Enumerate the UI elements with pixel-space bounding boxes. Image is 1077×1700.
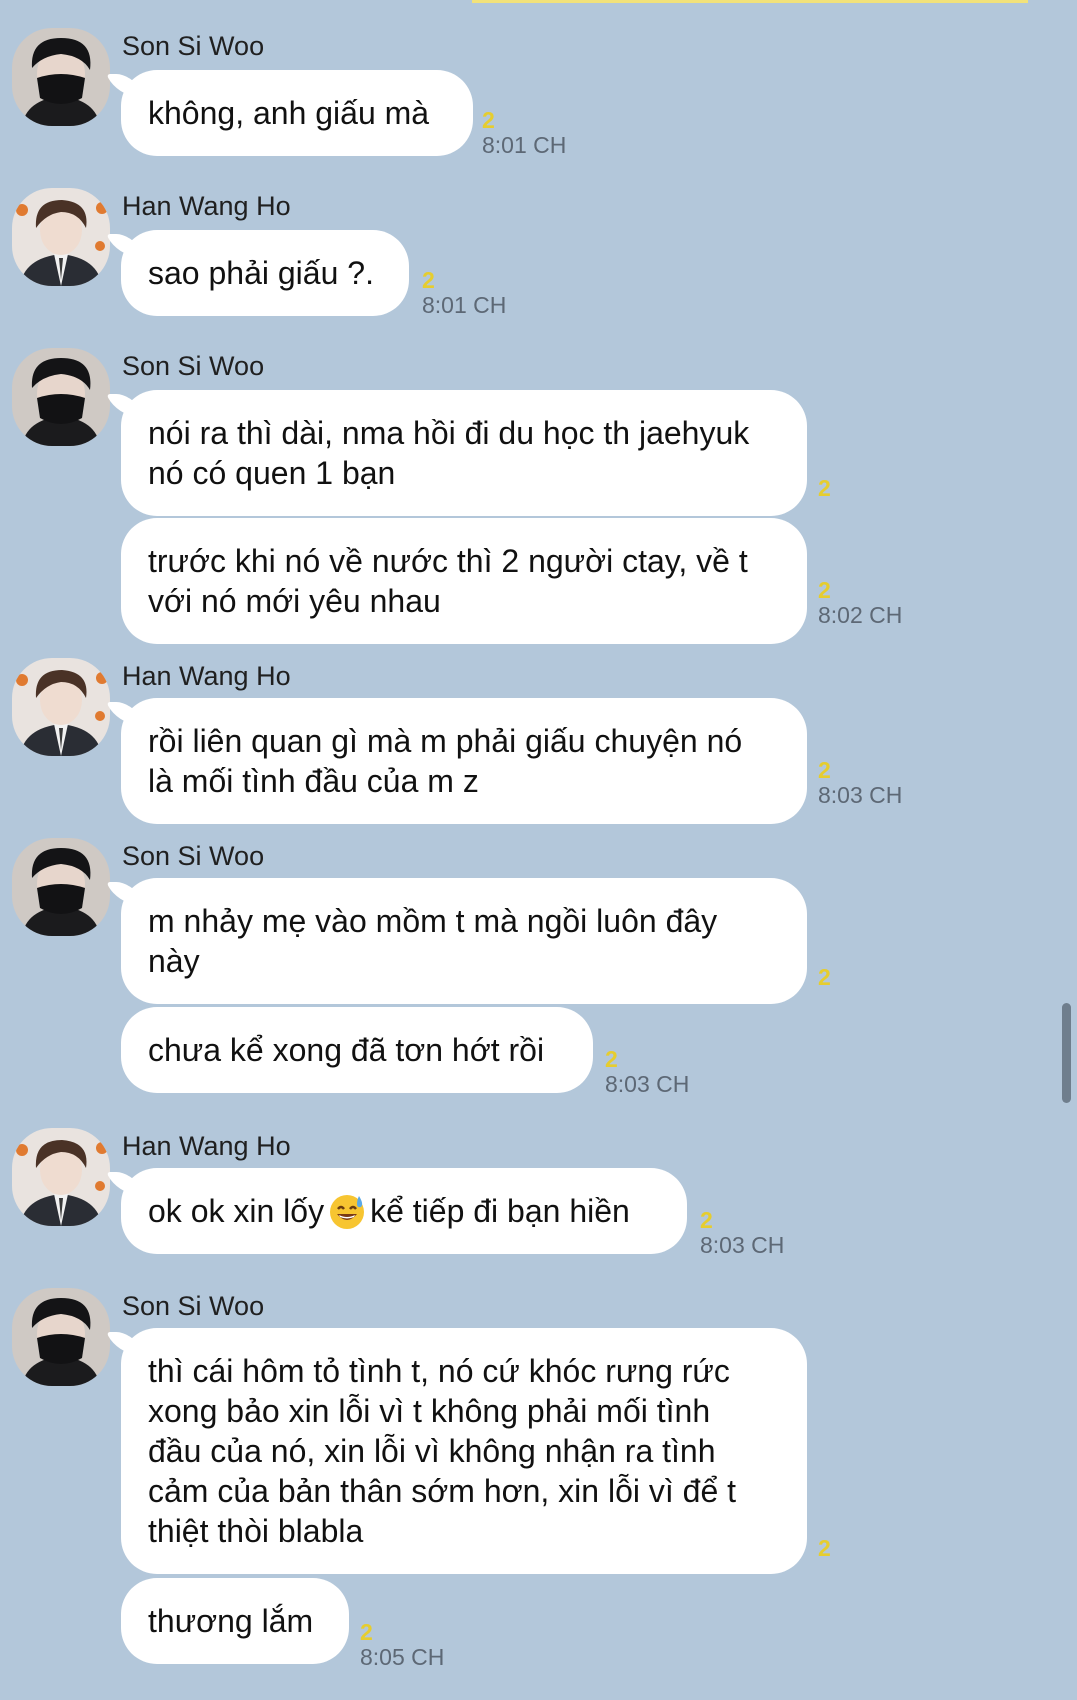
suited-person-avatar-icon (12, 658, 110, 756)
avatar-han-wang-ho[interactable] (12, 658, 110, 756)
sender-name: Han Wang Ho (122, 191, 291, 221)
sweat-smile-emoji-icon (330, 1195, 365, 1229)
previous-message-edge (472, 0, 1028, 3)
message-time: 8:02 CH (818, 602, 903, 628)
sender-name: Son Si Woo (122, 351, 265, 381)
avatar-son-si-woo[interactable] (12, 1288, 110, 1386)
message-bubble[interactable]: ok ok xin lốy kể tiếp đi bạn hiền (121, 1168, 687, 1254)
message-text: chưa kể xong đã tơn hớt rồi (148, 1032, 545, 1068)
sender-name: Son Si Woo (122, 31, 265, 61)
message-meta: 2 8:01 CH (422, 268, 506, 318)
read-count: 2 (818, 757, 831, 783)
message-time: 8:01 CH (422, 292, 507, 318)
message-meta: 2 (818, 965, 831, 989)
masked-person-avatar-icon (12, 28, 110, 126)
message-meta: 2 8:03 CH (818, 758, 902, 808)
message-text-end: kể tiếp đi bạn hiền (370, 1193, 630, 1229)
message-text: m nhảy mẹ vào mồm t mà ngồi luôn đây này (148, 903, 718, 979)
message-meta: 2 8:02 CH (818, 578, 902, 628)
avatar-han-wang-ho[interactable] (12, 1128, 110, 1226)
sender-name: Son Si Woo (122, 1291, 265, 1321)
read-count: 2 (818, 964, 831, 990)
read-count: 2 (818, 475, 831, 501)
suited-person-avatar-icon (12, 1128, 110, 1226)
read-count: 2 (482, 107, 495, 133)
message-text: trước khi nó về nước thì 2 người ctay, v… (148, 543, 748, 619)
message-bubble[interactable]: sao phải giấu ?. (121, 230, 409, 316)
read-count: 2 (422, 267, 435, 293)
message-bubble[interactable]: thương lắm (121, 1578, 349, 1664)
message-meta: 2 (818, 476, 831, 500)
message-bubble[interactable]: chưa kể xong đã tơn hớt rồi (121, 1007, 593, 1093)
read-count: 2 (700, 1207, 713, 1233)
masked-person-avatar-icon (12, 1288, 110, 1386)
message-text: nói ra thì dài, nma hồi đi du học th jae… (148, 415, 750, 491)
masked-person-avatar-icon (12, 348, 110, 446)
message-bubble[interactable]: rồi liên quan gì mà m phải giấu chuyện n… (121, 698, 807, 824)
avatar-han-wang-ho[interactable] (12, 188, 110, 286)
masked-person-avatar-icon (12, 838, 110, 936)
avatar-son-si-woo[interactable] (12, 348, 110, 446)
message-meta: 2 8:03 CH (700, 1208, 784, 1258)
message-text: thì cái hôm tỏ tình t, nó cứ khóc rưng r… (148, 1353, 737, 1549)
sender-name: Han Wang Ho (122, 1131, 291, 1161)
read-count: 2 (605, 1046, 618, 1072)
message-text: sao phải giấu ?. (148, 255, 374, 291)
message-time: 8:03 CH (818, 782, 903, 808)
message-bubble[interactable]: nói ra thì dài, nma hồi đi du học th jae… (121, 390, 807, 516)
message-meta: 2 (818, 1536, 831, 1560)
message-bubble[interactable]: m nhảy mẹ vào mồm t mà ngồi luôn đây này (121, 878, 807, 1004)
sender-name: Han Wang Ho (122, 661, 291, 691)
message-bubble[interactable]: trước khi nó về nước thì 2 người ctay, v… (121, 518, 807, 644)
message-meta: 2 8:01 CH (482, 108, 566, 158)
message-text: thương lắm (148, 1603, 314, 1639)
suited-person-avatar-icon (12, 188, 110, 286)
message-time: 8:05 CH (360, 1644, 445, 1670)
read-count: 2 (818, 1535, 831, 1561)
read-count: 2 (360, 1619, 373, 1645)
message-time: 8:03 CH (700, 1232, 785, 1258)
message-meta: 2 8:03 CH (605, 1047, 689, 1097)
message-time: 8:01 CH (482, 132, 567, 158)
message-bubble[interactable]: không, anh giấu mà (121, 70, 473, 156)
message-text: rồi liên quan gì mà m phải giấu chuyện n… (148, 723, 743, 799)
message-text: không, anh giấu mà (148, 95, 430, 131)
scrollbar-thumb[interactable] (1062, 1003, 1071, 1103)
message-time: 8:03 CH (605, 1071, 690, 1097)
message-meta: 2 8:05 CH (360, 1620, 444, 1670)
avatar-son-si-woo[interactable] (12, 838, 110, 936)
avatar-son-si-woo[interactable] (12, 28, 110, 126)
read-count: 2 (818, 577, 831, 603)
message-text-start: ok ok xin lốy (148, 1193, 325, 1229)
sender-name: Son Si Woo (122, 841, 265, 871)
message-bubble[interactable]: thì cái hôm tỏ tình t, nó cứ khóc rưng r… (121, 1328, 807, 1574)
